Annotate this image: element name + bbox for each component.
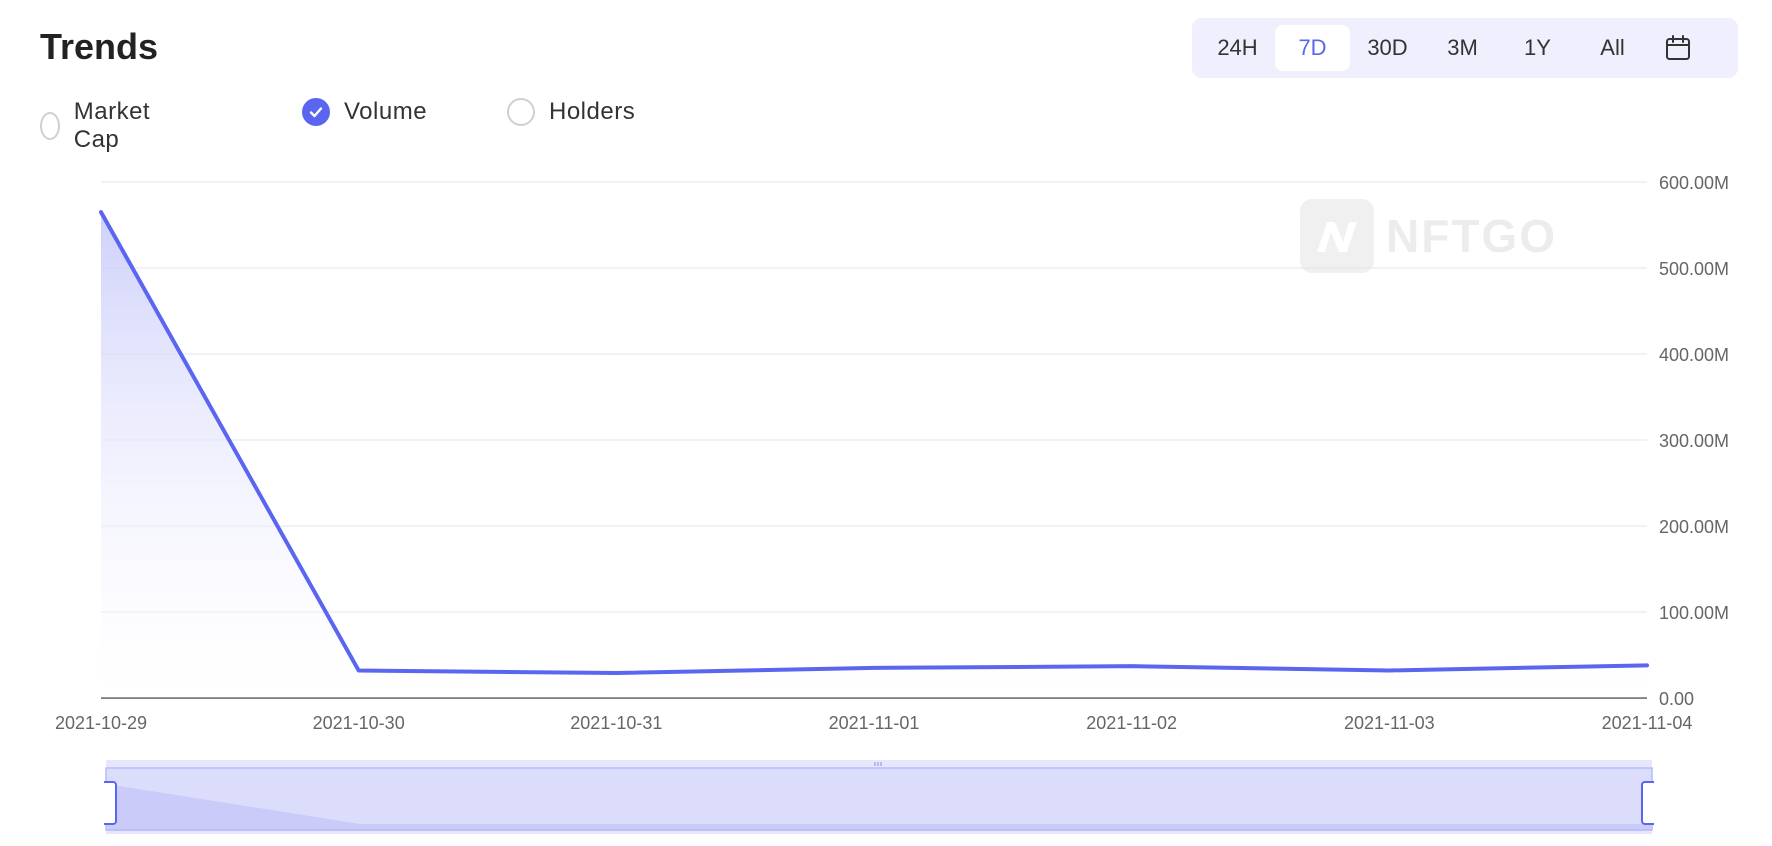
- y-tick-label: 0.00: [1659, 689, 1694, 709]
- range-1y-button[interactable]: 1Y: [1500, 25, 1575, 71]
- range-7d-button[interactable]: 7D: [1275, 25, 1350, 71]
- metric-volume[interactable]: Volume: [302, 98, 427, 126]
- range-navigator[interactable]: [101, 758, 1657, 836]
- x-tick-label: 2021-10-29: [55, 713, 147, 733]
- metric-label-holders: Holders: [549, 98, 636, 125]
- x-tick-label: 2021-11-04: [1602, 713, 1693, 733]
- y-tick-label: 600.00M: [1659, 173, 1729, 193]
- y-tick-label: 400.00M: [1659, 345, 1729, 365]
- navigator-right-handle[interactable]: [1641, 781, 1657, 825]
- x-tick-label: 2021-11-02: [1086, 713, 1177, 733]
- x-tick-label: 2021-10-30: [313, 713, 405, 733]
- metric-label-market-cap: Market Cap: [73, 98, 151, 153]
- x-tick-label: 2021-10-31: [570, 713, 662, 733]
- nftgo-logo-icon: [1300, 199, 1374, 273]
- x-tick-label: 2021-11-03: [1344, 713, 1435, 733]
- calendar-button[interactable]: [1650, 25, 1706, 71]
- range-all-button[interactable]: All: [1575, 25, 1650, 71]
- check-icon: [309, 107, 323, 118]
- x-tick-label: 2021-11-01: [829, 713, 920, 733]
- range-3m-button[interactable]: 3M: [1425, 25, 1500, 71]
- y-tick-label: 300.00M: [1659, 431, 1729, 451]
- volume-radio[interactable]: [302, 98, 330, 126]
- watermark-text: NFTGO: [1386, 210, 1557, 262]
- range-30d-button[interactable]: 30D: [1350, 25, 1425, 71]
- time-range-selector: 24H 7D 30D 3M 1Y All: [1192, 18, 1738, 78]
- holders-radio[interactable]: [507, 98, 535, 126]
- metric-label-volume: Volume: [344, 98, 428, 125]
- y-tick-label: 100.00M: [1659, 603, 1729, 623]
- page-title: Trends: [40, 26, 159, 67]
- y-tick-label: 200.00M: [1659, 517, 1729, 537]
- y-tick-label: 500.00M: [1659, 259, 1729, 279]
- watermark: NFTGO: [1300, 197, 1560, 275]
- range-24h-button[interactable]: 24H: [1200, 25, 1275, 71]
- navigator-left-handle[interactable]: [101, 781, 117, 825]
- market-cap-radio[interactable]: [40, 112, 60, 140]
- metric-market-cap[interactable]: Market Cap: [40, 98, 158, 154]
- calendar-icon: [1666, 35, 1690, 60]
- volume-series-line: [99, 210, 1649, 676]
- metric-holders[interactable]: Holders: [507, 98, 635, 126]
